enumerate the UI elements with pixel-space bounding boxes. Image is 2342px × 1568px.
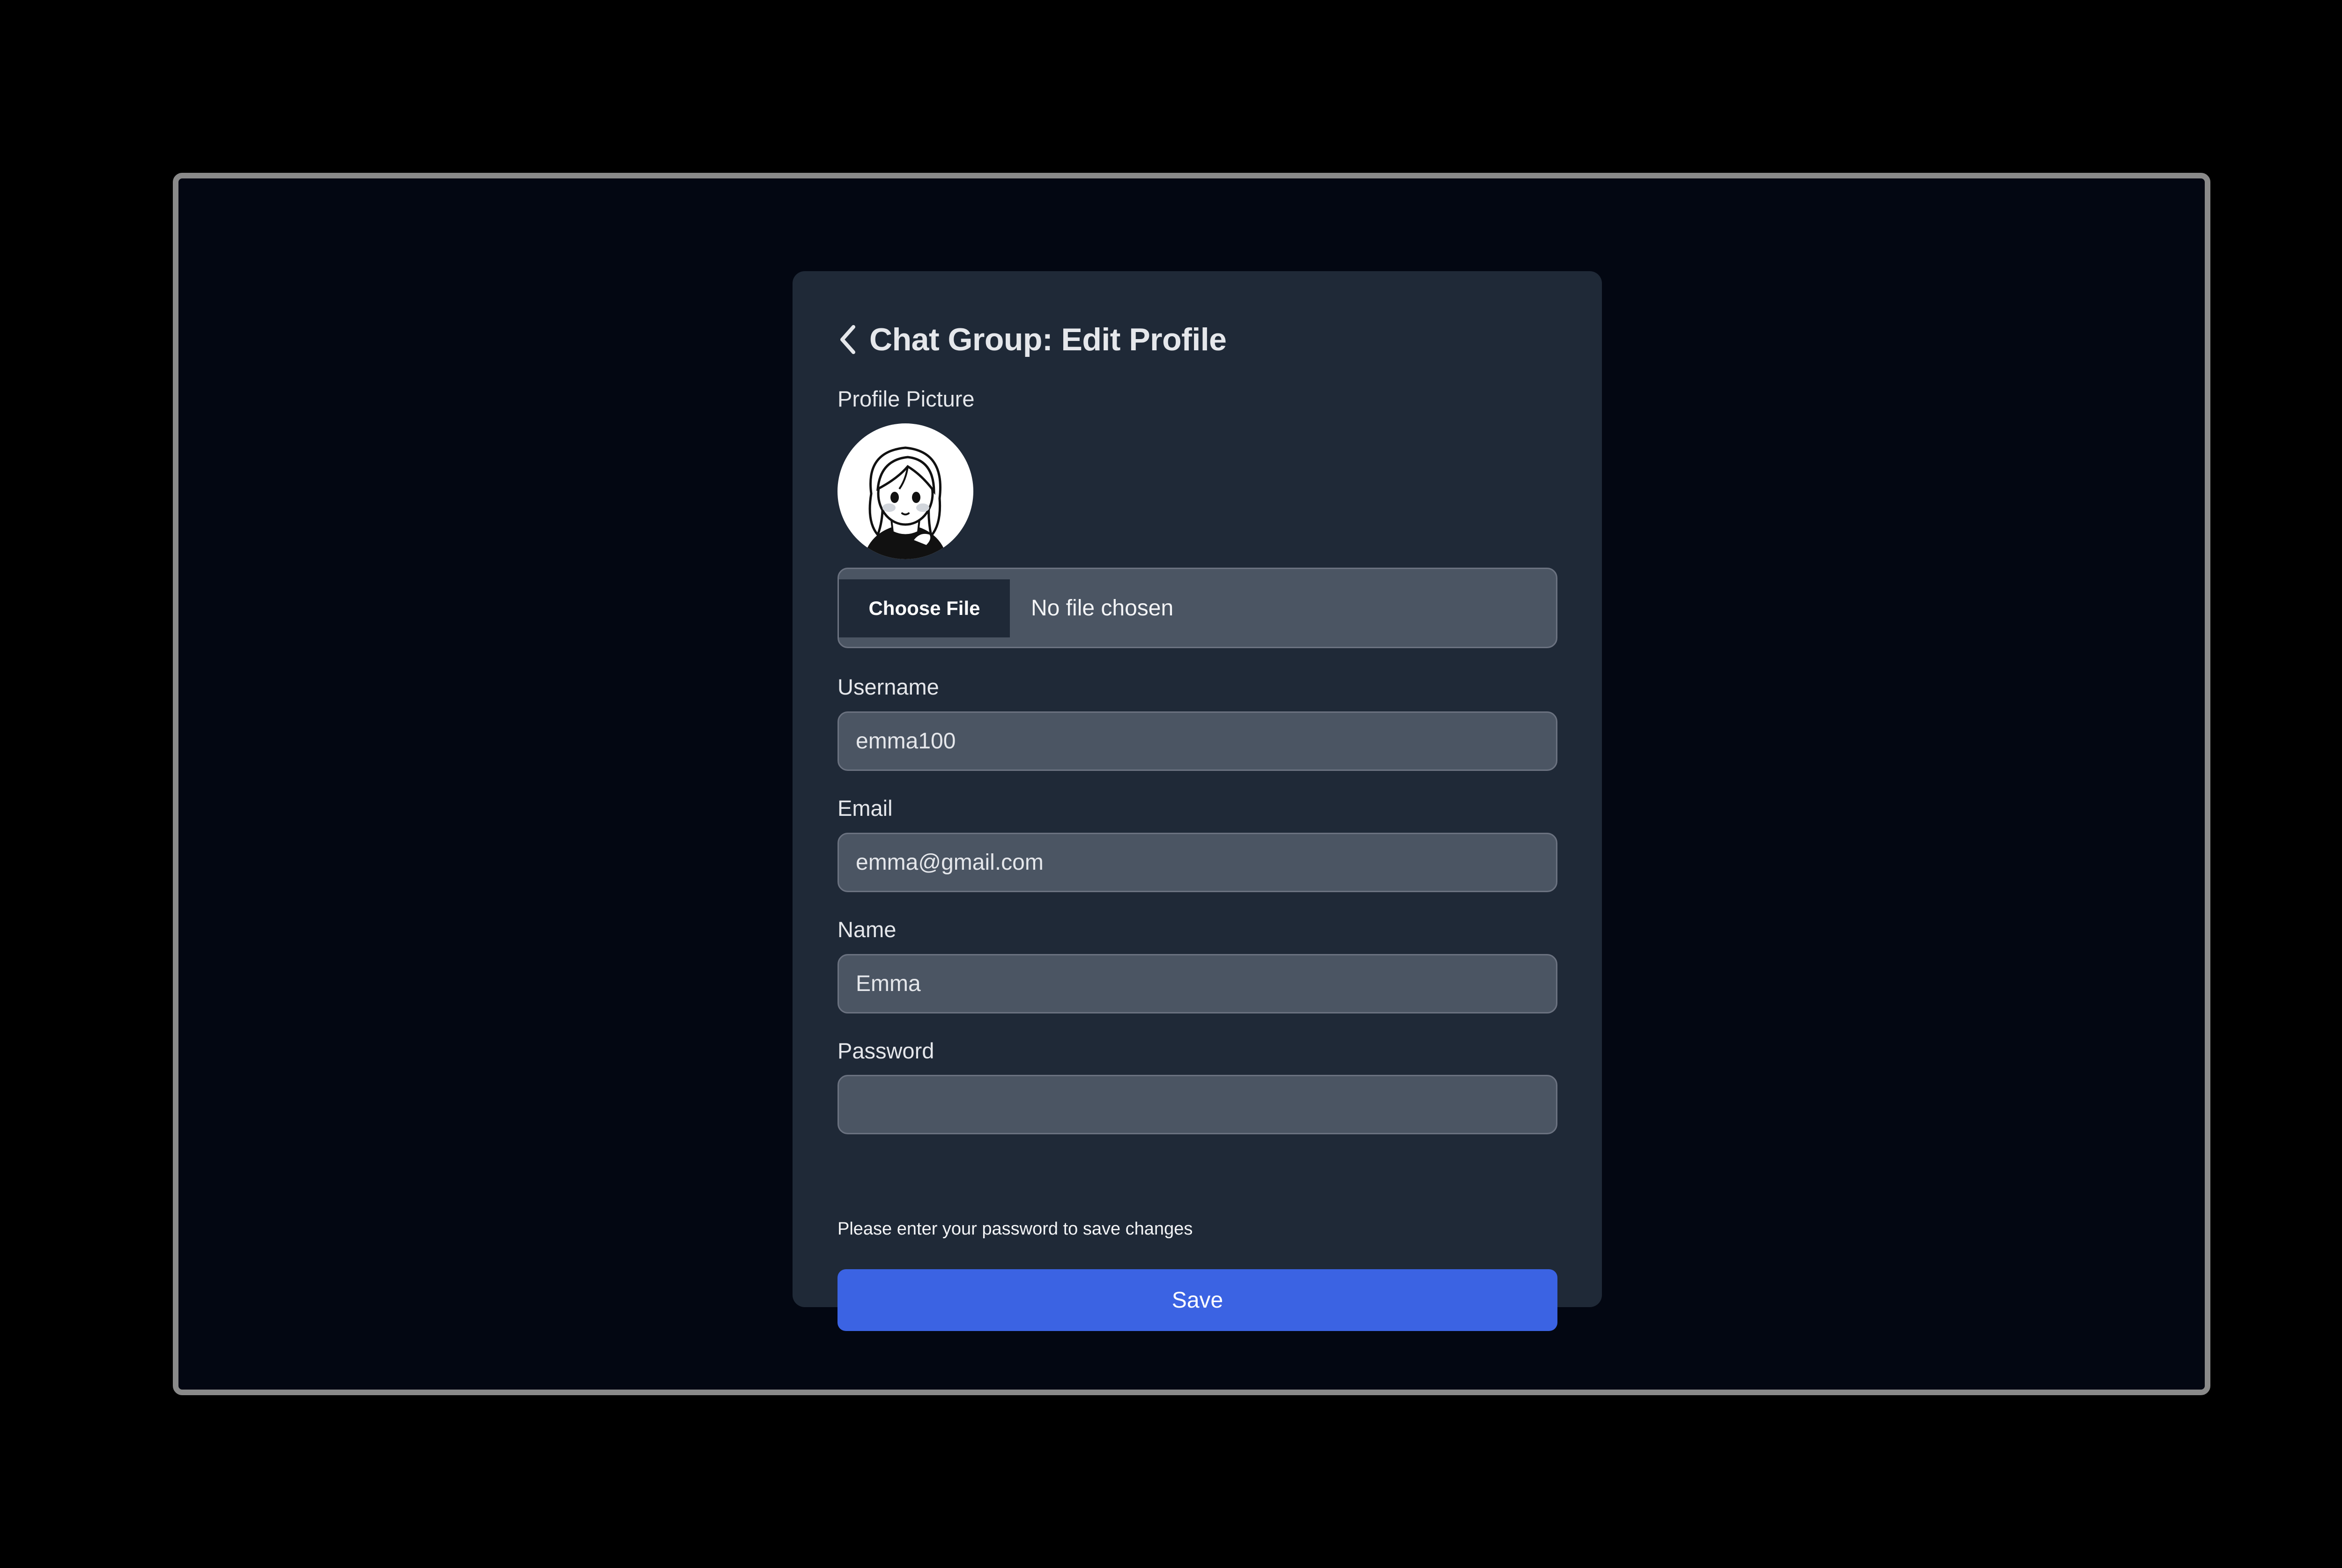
- page-header: Chat Group: Edit Profile: [837, 316, 1227, 363]
- email-label: Email: [837, 796, 893, 821]
- profile-picture-label: Profile Picture: [837, 386, 975, 411]
- edit-profile-card: Chat Group: Edit Profile Profile Picture: [793, 271, 1602, 1331]
- email-input[interactable]: [837, 833, 1557, 892]
- chevron-left-icon: [840, 325, 855, 354]
- avatar: [837, 423, 973, 559]
- password-input[interactable]: [837, 1075, 1557, 1134]
- file-status-text: No file chosen: [1031, 595, 1174, 621]
- username-label: Username: [837, 674, 939, 699]
- choose-file-button[interactable]: Choose File: [839, 579, 1010, 637]
- name-label: Name: [837, 917, 897, 942]
- avatar-illustration: [863, 446, 948, 559]
- profile-picture-file-input[interactable]: Choose File No file chosen: [837, 568, 1557, 648]
- back-button[interactable]: [837, 316, 866, 363]
- name-input[interactable]: [837, 954, 1557, 1013]
- password-label: Password: [837, 1038, 934, 1063]
- password-hint: Please enter your password to save chang…: [837, 1219, 1193, 1239]
- save-button[interactable]: Save: [837, 1269, 1557, 1331]
- page-title: Chat Group: Edit Profile: [869, 322, 1227, 357]
- username-input[interactable]: [837, 711, 1557, 771]
- app-window: Chat Group: Edit Profile Profile Picture: [173, 173, 2210, 1395]
